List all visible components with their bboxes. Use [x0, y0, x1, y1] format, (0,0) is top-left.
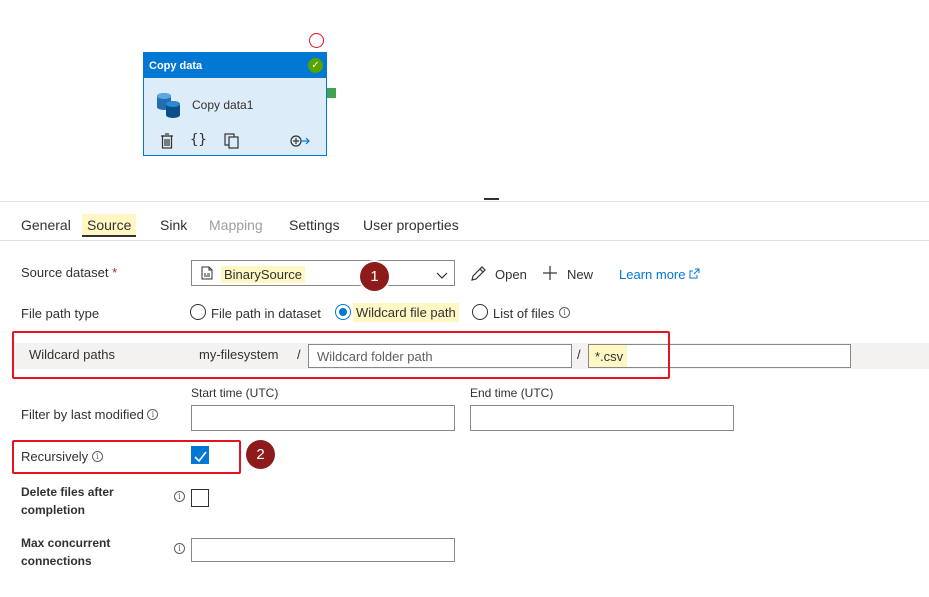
tab-user-properties[interactable]: User properties [358, 214, 464, 237]
learn-more-link[interactable]: Learn more [619, 267, 700, 282]
delete-icon[interactable] [160, 133, 174, 151]
edit-pencil-icon [470, 265, 487, 285]
tab-mapping[interactable]: Mapping [204, 214, 268, 237]
info-icon[interactable]: i [559, 307, 570, 318]
database-icon [155, 91, 183, 122]
tab-general[interactable]: General [16, 214, 76, 237]
tab-settings[interactable]: Settings [284, 214, 345, 237]
source-dataset-value: BinarySource [221, 266, 306, 283]
filter-last-modified-label: Filter by last modified i [21, 407, 159, 422]
start-time-input[interactable] [191, 405, 455, 431]
plus-icon [542, 265, 558, 284]
delete-files-checkbox[interactable] [191, 489, 209, 507]
annotation-box-wildcard [12, 331, 670, 379]
list-of-files-label[interactable]: List of files [493, 306, 554, 321]
wildcard-file-path-label[interactable]: Wildcard file path [353, 303, 459, 322]
status-indicator-icon [309, 33, 324, 48]
delete-files-label: Delete files after completion [21, 485, 114, 517]
copy-data-activity[interactable]: Copy data ✓ Copy data1 {} [143, 52, 327, 156]
file-path-type-label: File path type [21, 306, 100, 321]
source-dataset-label: Source dataset * [21, 265, 118, 280]
success-check-icon: ✓ [308, 58, 323, 73]
file-path-in-dataset-label[interactable]: File path in dataset [211, 306, 321, 321]
code-icon[interactable]: {} [190, 132, 207, 150]
open-label: Open [495, 267, 527, 282]
panel-resize-handle[interactable] [484, 198, 499, 200]
tab-sink[interactable]: Sink [155, 214, 192, 237]
activity-header: Copy data [144, 53, 326, 78]
add-output-icon[interactable] [290, 134, 310, 152]
radio-wildcard-file-path[interactable] [335, 304, 351, 320]
dataset-file-icon [201, 266, 213, 283]
annotation-box-recursively [12, 440, 241, 474]
annotation-badge-2: 2 [246, 440, 275, 469]
info-icon[interactable]: i [174, 491, 185, 502]
end-time-label: End time (UTC) [470, 386, 554, 400]
radio-file-path-in-dataset[interactable] [190, 304, 206, 320]
new-label: New [567, 267, 594, 282]
annotation-badge-1: 1 [360, 262, 389, 291]
start-time-label: Start time (UTC) [191, 386, 279, 400]
end-time-input[interactable] [470, 405, 734, 431]
panel-divider [0, 201, 929, 202]
info-icon[interactable]: i [147, 409, 159, 420]
max-concurrent-input[interactable] [191, 538, 455, 562]
max-concurrent-label: Max concurrent connections [21, 536, 111, 568]
tab-source[interactable]: Source [82, 214, 137, 237]
info-icon[interactable]: i [174, 543, 185, 554]
tabs-divider [0, 240, 929, 241]
copy-icon[interactable] [224, 133, 239, 151]
success-output-connector[interactable] [327, 88, 336, 98]
source-dataset-select[interactable]: BinarySource [191, 260, 455, 286]
chevron-down-icon [436, 268, 448, 283]
external-link-icon [689, 267, 700, 282]
activity-name: Copy data1 [192, 98, 254, 112]
radio-list-of-files[interactable] [472, 304, 488, 320]
required-mark: * [112, 265, 118, 280]
